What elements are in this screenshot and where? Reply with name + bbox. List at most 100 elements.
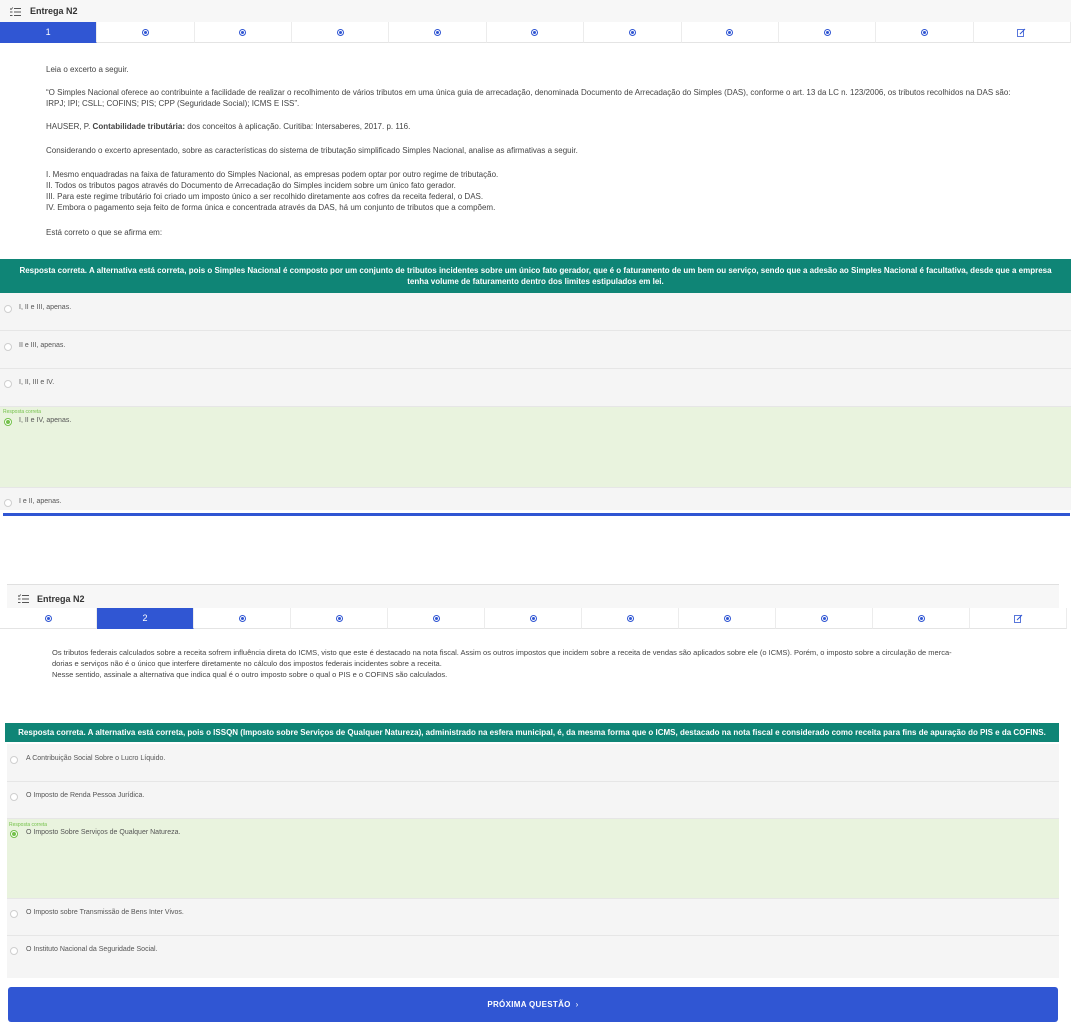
q1-header-title: Entrega N2 (30, 6, 78, 16)
q1-feedback-banner: Resposta correta. A alternativa está cor… (0, 259, 1071, 293)
q1-nav-item-10[interactable] (876, 22, 974, 43)
radio-button[interactable] (4, 343, 12, 351)
screenshot-divider (3, 513, 1070, 516)
q1-nav-item-5[interactable] (389, 22, 487, 43)
q1-ref-rest: dos conceitos à aplicação. Curitiba: Int… (185, 122, 411, 131)
q1-nav-item-2[interactable] (97, 22, 195, 43)
edit-icon (1017, 28, 1026, 37)
nav-dot-icon (628, 28, 636, 36)
nav-dot-icon (336, 28, 344, 36)
next-question-button[interactable]: PRÓXIMA QUESTÃO › (8, 987, 1058, 1022)
q2-feedback-banner: Resposta correta. A alternativa está cor… (5, 723, 1059, 742)
nav-dot-icon (820, 614, 828, 622)
q2-option-b-label: O Imposto de Renda Pessoa Jurídica. (26, 792, 145, 799)
q1-ref-title: Contabilidade tributária: (92, 122, 185, 131)
q2-option-d[interactable]: O Imposto sobre Transmissão de Bens Inte… (7, 899, 1059, 936)
nav-dot-icon (823, 28, 831, 36)
radio-button[interactable] (10, 756, 18, 764)
q1-quote: “O Simples Nacional oferece ao contribui… (46, 88, 1011, 108)
q1-header: Entrega N2 (0, 0, 1071, 22)
correct-answer-tag: Resposta correta (3, 409, 42, 415)
q2-nav-item-5[interactable] (388, 608, 485, 629)
q2-nav-item-1[interactable] (0, 608, 97, 629)
q2-option-e[interactable]: O Instituto Nacional da Seguridade Socia… (7, 936, 1059, 978)
q1-item-3: III. Para este regime tributário foi cri… (46, 192, 484, 201)
q1-option-c[interactable]: I, II, III e IV. (0, 369, 1071, 407)
q1-nav-item-3[interactable] (194, 22, 293, 43)
radio-button-selected[interactable] (10, 830, 18, 838)
q1-item-2: II. Todos os tributos pagos através do D… (46, 181, 456, 190)
nav-dot-icon (726, 28, 734, 36)
q1-item-1: I. Mesmo enquadradas na faixa de faturam… (46, 170, 499, 179)
q1-nav-item-finish[interactable] (973, 22, 1071, 43)
radio-button-selected[interactable] (4, 418, 12, 426)
nav-dot-icon (626, 614, 634, 622)
nav-dot-icon (917, 614, 925, 622)
q1-reference: HAUSER, P. Contabilidade tributária: dos… (46, 121, 1031, 132)
q2-nav-item-finish[interactable] (970, 608, 1067, 629)
q1-question-nav: 1 (0, 22, 1071, 43)
q1-option-a-label: I, II e III, apenas. (19, 304, 72, 311)
nav-dot-icon (920, 28, 928, 36)
q2-nav-item-2[interactable]: 2 (97, 608, 194, 629)
q1-prompt: Está correto o que se afirma em: (46, 228, 163, 237)
nav-dot-icon (432, 614, 440, 622)
nav-dot-icon (723, 614, 731, 622)
nav-dot-icon (142, 28, 150, 36)
q2-nav-item-7[interactable] (582, 608, 679, 629)
radio-button[interactable] (4, 499, 12, 507)
q2-text-line-2: dorias e serviços não é o único que inte… (52, 659, 442, 668)
q1-intro: Leia o excerto a seguir. (46, 65, 129, 74)
q1-nav-item-9[interactable] (778, 22, 877, 43)
q2-nav-item-9[interactable] (776, 608, 873, 629)
q1-option-a[interactable]: I, II e III, apenas. (0, 293, 1071, 331)
q2-nav-item-8[interactable] (679, 608, 776, 629)
q2-header-title: Entrega N2 (37, 594, 85, 604)
q1-nav-item-4[interactable] (292, 22, 390, 43)
q2-nav-active-label: 2 (142, 613, 148, 623)
q2-option-d-label: O Imposto sobre Transmissão de Bens Inte… (26, 909, 184, 916)
q2-question-nav: 2 (0, 608, 1067, 629)
q2-nav-item-3[interactable] (194, 608, 291, 629)
q2-header: Entrega N2 (7, 584, 1059, 609)
nav-dot-icon (44, 614, 52, 622)
q2-option-e-label: O Instituto Nacional da Seguridade Socia… (26, 946, 158, 953)
q2-nav-item-6[interactable] (485, 608, 582, 629)
q2-option-c[interactable]: Resposta correta O Imposto Sobre Serviço… (7, 819, 1059, 899)
edit-icon (1013, 614, 1022, 623)
q2-option-a-label: A Contribuição Social Sobre o Lucro Líqu… (26, 755, 166, 762)
radio-button[interactable] (10, 910, 18, 918)
q1-option-d-label: I, II e IV, apenas. (19, 417, 72, 424)
q2-question-text: Os tributos federais calculados sobre a … (52, 647, 1032, 680)
q1-option-e-label: I e II, apenas. (19, 498, 62, 505)
nav-dot-icon (238, 614, 246, 622)
correct-answer-tag: Resposta correta (9, 822, 48, 828)
q1-consider: Considerando o excerto apresentado, sobr… (46, 146, 578, 155)
q1-nav-item-1[interactable]: 1 (0, 22, 98, 43)
radio-button[interactable] (10, 947, 18, 955)
q1-item-4: IV. Embora o pagamento seja feito de for… (46, 203, 496, 212)
q1-option-c-label: I, II, III e IV. (19, 379, 55, 386)
q2-text-line-1: Os tributos federais calculados sobre a … (52, 648, 952, 657)
radio-button[interactable] (4, 305, 12, 313)
q1-nav-item-6[interactable] (486, 22, 585, 43)
radio-button[interactable] (10, 793, 18, 801)
radio-button[interactable] (4, 380, 12, 388)
nav-dot-icon (434, 28, 442, 36)
nav-dot-icon (335, 614, 343, 622)
q1-nav-item-7[interactable] (584, 22, 682, 43)
q2-option-a[interactable]: A Contribuição Social Sobre o Lucro Líqu… (7, 744, 1059, 782)
q2-nav-item-10[interactable] (873, 608, 970, 629)
q1-option-d[interactable]: Resposta correta I, II e IV, apenas. (0, 407, 1071, 488)
checklist-icon (10, 7, 21, 16)
nav-dot-icon (531, 28, 539, 36)
q1-option-e[interactable]: I e II, apenas. (0, 488, 1071, 510)
q1-option-b-label: II e III, apenas. (19, 342, 66, 349)
q2-option-b[interactable]: O Imposto de Renda Pessoa Jurídica. (7, 782, 1059, 819)
chevron-right-icon: › (575, 1000, 579, 1009)
q2-nav-item-4[interactable] (291, 608, 388, 629)
q1-question-text: Leia o excerto a seguir. “O Simples Naci… (46, 64, 1031, 238)
q1-option-b[interactable]: II e III, apenas. (0, 331, 1071, 369)
q2-option-c-label: O Imposto Sobre Serviços de Qualquer Nat… (26, 829, 181, 836)
q1-nav-item-8[interactable] (681, 22, 779, 43)
